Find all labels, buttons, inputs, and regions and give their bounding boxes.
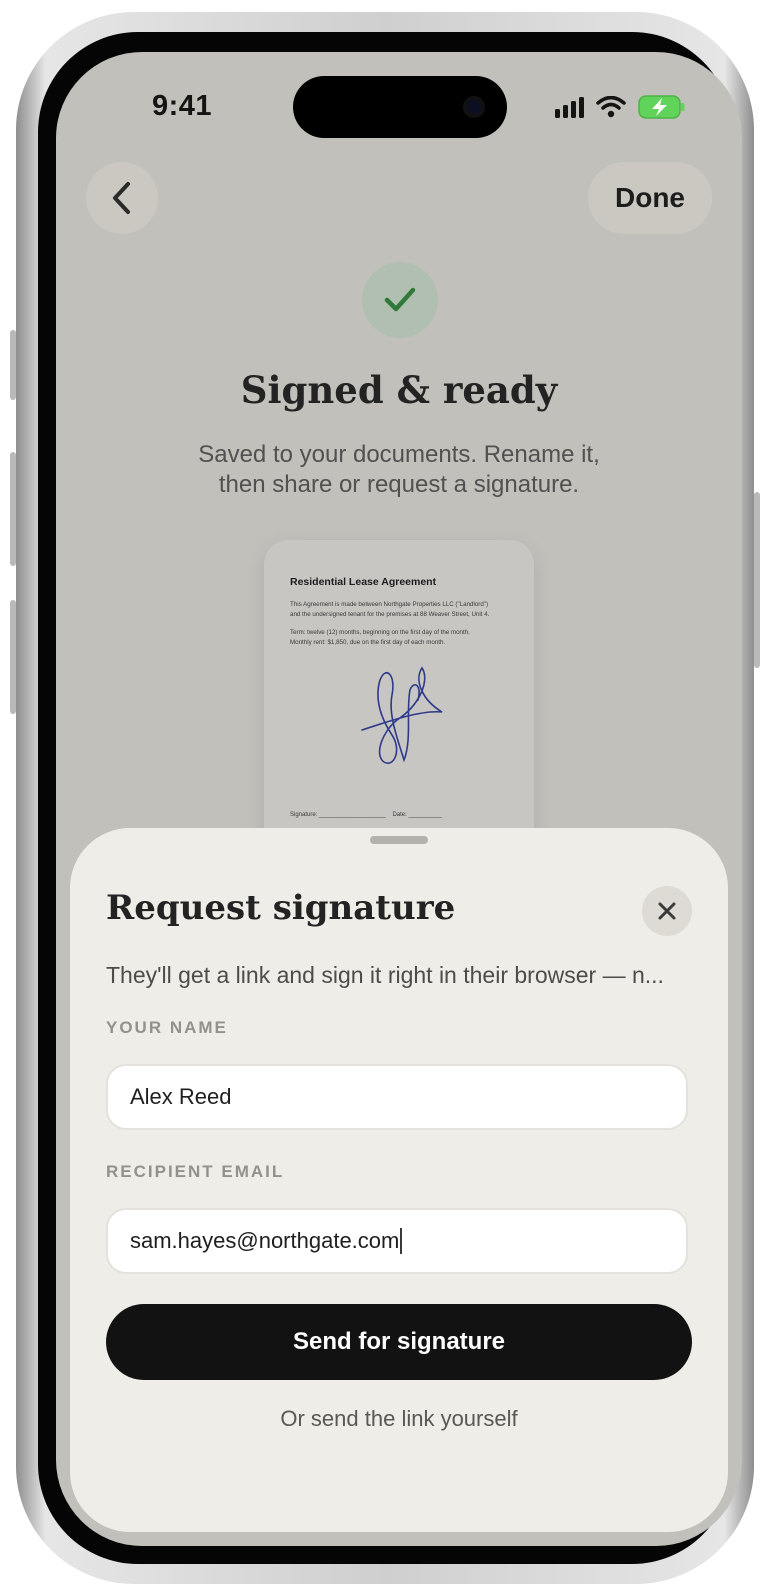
phone-frame: 9:41 Done Signed & ready Saved to your d…	[10, 12, 760, 1584]
email-label: RECIPIENT EMAIL	[106, 1162, 285, 1181]
wifi-icon	[596, 96, 626, 118]
page-title: Signed & ready	[240, 368, 558, 412]
action-button	[10, 330, 16, 400]
signature-field-label: Signature: ____________________	[290, 812, 386, 818]
status-icons	[555, 95, 686, 119]
done-button[interactable]: Done	[588, 162, 712, 234]
text-caret	[400, 1228, 403, 1254]
sheet-title: Request signature	[106, 888, 456, 928]
name-label: YOUR NAME	[106, 1018, 228, 1037]
subtitle-line-2: then share or request a signature.	[218, 471, 580, 498]
send-for-signature-button[interactable]: Send for signature	[106, 1304, 692, 1380]
handwritten-signature	[361, 666, 443, 764]
document-paragraph-1: This Agreement is made between Northgate…	[290, 600, 512, 620]
document-title: Residential Lease Agreement	[290, 576, 437, 588]
doc-line: Term: twelve (12) months, beginning on t…	[290, 629, 470, 636]
close-button[interactable]	[642, 886, 692, 936]
doc-line: and the undersigned tenant for the premi…	[290, 611, 490, 618]
close-icon	[658, 902, 676, 920]
sheet-grabber[interactable]	[370, 836, 428, 844]
send-link-yourself-link[interactable]: Or send the link yourself	[70, 1406, 728, 1432]
name-field[interactable]: Alex Reed	[106, 1064, 688, 1130]
volume-up-button	[10, 452, 16, 566]
power-button	[754, 492, 760, 668]
doc-line: Monthly rent: $1,850, due on the first d…	[290, 639, 446, 646]
screen: 9:41 Done Signed & ready Saved to your d…	[56, 52, 742, 1546]
email-field[interactable]: sam.hayes@northgate.com	[106, 1208, 688, 1274]
cellular-signal-icon	[555, 96, 584, 118]
checkmark-icon	[384, 287, 416, 312]
signature-line: Signature: ____________________ Date: __…	[290, 812, 442, 818]
back-button[interactable]	[86, 162, 158, 234]
status-time: 9:41	[152, 90, 213, 122]
page-subtitle: Saved to your documents. Rename it, then…	[146, 440, 652, 500]
document-paragraph-2: Term: twelve (12) months, beginning on t…	[290, 628, 512, 648]
email-value: sam.hayes@northgate.com	[130, 1228, 400, 1253]
success-badge	[362, 262, 438, 338]
doc-line: This Agreement is made between Northgate…	[290, 601, 489, 608]
volume-down-button	[10, 600, 16, 714]
chevron-left-icon	[113, 182, 130, 214]
dynamic-island	[293, 76, 507, 138]
subtitle-line-1: Saved to your documents. Rename it,	[198, 441, 600, 468]
request-signature-sheet: Request signature They'll get a link and…	[70, 828, 728, 1532]
sheet-description: They'll get a link and sign it right in …	[106, 962, 664, 988]
name-value: Alex Reed	[130, 1084, 232, 1109]
date-field-label: Date: __________	[392, 812, 442, 818]
battery-charging-icon	[638, 95, 685, 119]
front-camera	[463, 96, 485, 118]
